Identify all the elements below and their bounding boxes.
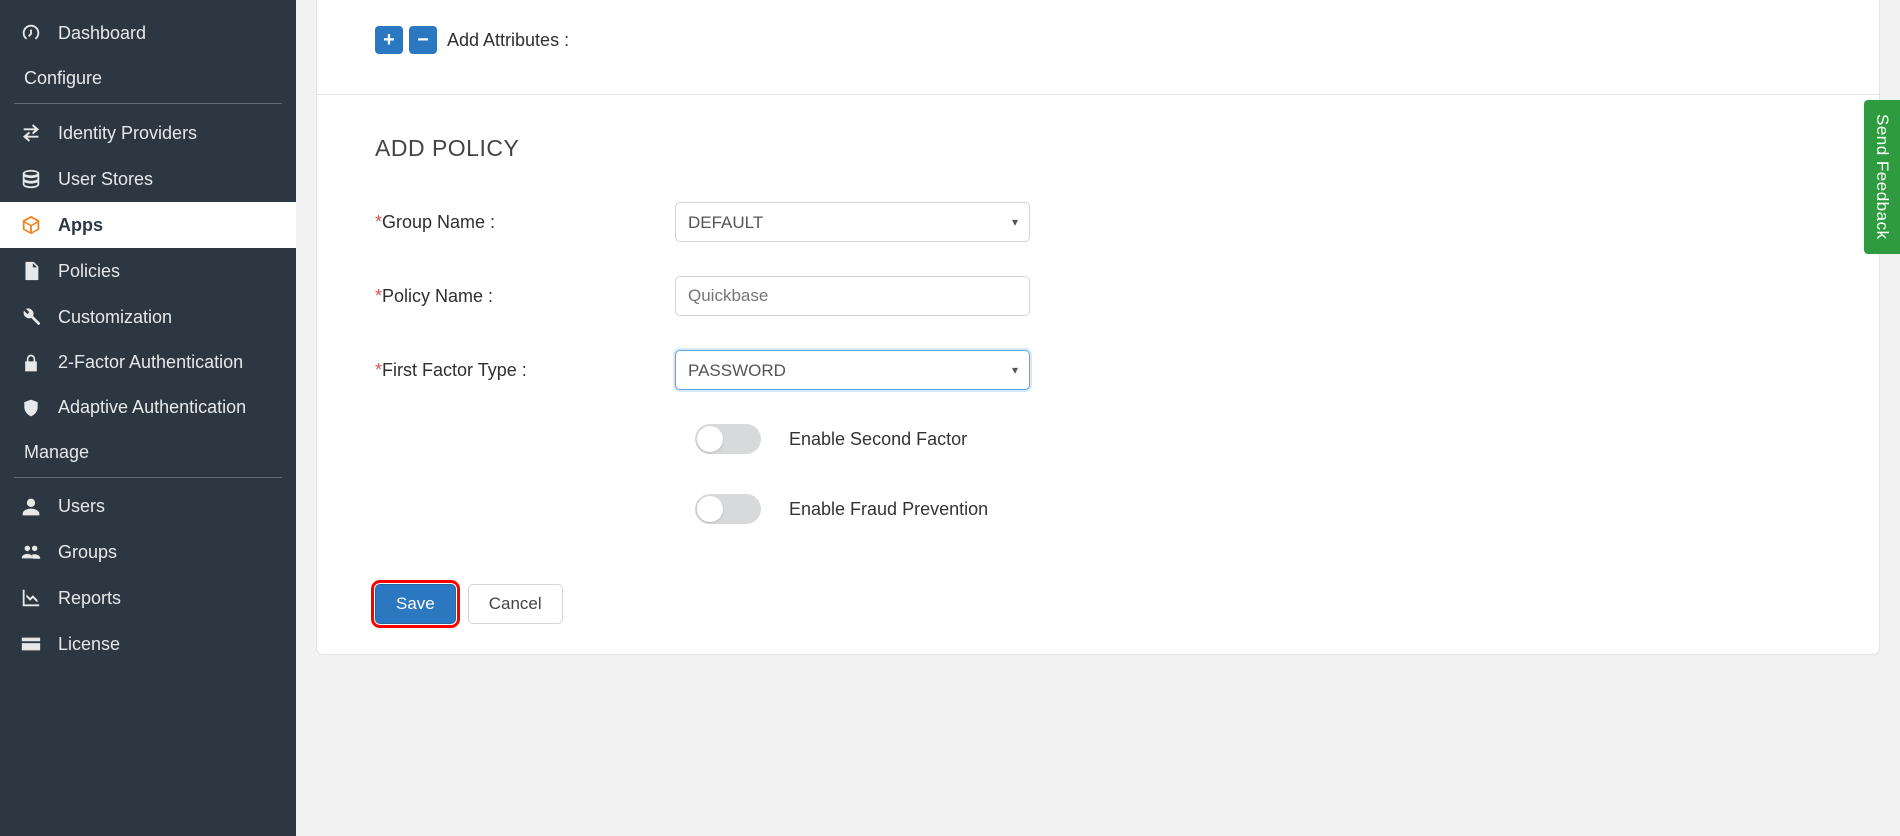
sidebar-item-adaptive-auth[interactable]: Adaptive Authentication (0, 385, 296, 430)
toggle-row-fraud-prevention: Enable Fraud Prevention (695, 494, 1821, 524)
sidebar-item-reports[interactable]: Reports (0, 575, 296, 621)
divider (14, 477, 282, 478)
first-factor-select[interactable]: PASSWORD (675, 350, 1030, 390)
enable-fraud-prevention-toggle[interactable] (695, 494, 761, 524)
users-icon (18, 541, 44, 563)
form-row-policy-name: *Policy Name : (375, 276, 1821, 316)
chart-icon (18, 587, 44, 609)
sidebar-item-apps[interactable]: Apps (0, 202, 296, 248)
sidebar-item-users[interactable]: Users (0, 484, 296, 529)
group-name-select[interactable]: DEFAULT (675, 202, 1030, 242)
policy-name-input[interactable] (675, 276, 1030, 316)
sidebar-item-label: Identity Providers (58, 123, 197, 144)
shield-icon (18, 398, 44, 418)
sidebar-item-label: 2-Factor Authentication (58, 352, 243, 373)
sidebar-section-configure: Configure (0, 56, 296, 99)
swap-icon (18, 122, 44, 144)
button-row: Save Cancel (317, 574, 1879, 624)
wrench-icon (18, 306, 44, 328)
sidebar-item-label: Customization (58, 307, 172, 328)
divider (14, 103, 282, 104)
dashboard-icon (18, 22, 44, 44)
sidebar-item-label: Dashboard (58, 23, 146, 44)
lock-icon (18, 353, 44, 373)
sidebar-item-label: License (58, 634, 120, 655)
attribute-controls: + − Add Attributes : (317, 0, 1879, 95)
main-content: + − Add Attributes : ADD POLICY *Group N… (296, 0, 1900, 836)
first-factor-label: *First Factor Type : (375, 360, 675, 381)
policy-name-label: *Policy Name : (375, 286, 675, 307)
user-icon (18, 497, 44, 517)
sidebar-item-identity-providers[interactable]: Identity Providers (0, 110, 296, 156)
sidebar-item-license[interactable]: License (0, 621, 296, 667)
database-icon (18, 168, 44, 190)
add-attribute-button[interactable]: + (375, 26, 403, 54)
sidebar-item-label: Users (58, 496, 105, 517)
sidebar-item-label: Policies (58, 261, 120, 282)
add-attributes-label: Add Attributes : (447, 30, 569, 51)
document-icon (18, 260, 44, 282)
form-row-first-factor: *First Factor Type : PASSWORD (375, 350, 1821, 390)
form-row-group-name: *Group Name : DEFAULT (375, 202, 1821, 242)
save-button[interactable]: Save (375, 584, 456, 624)
sidebar-item-user-stores[interactable]: User Stores (0, 156, 296, 202)
sidebar-item-label: User Stores (58, 169, 153, 190)
sidebar-section-manage: Manage (0, 430, 296, 473)
sidebar: Dashboard Configure Identity Providers U… (0, 0, 296, 836)
sidebar-item-groups[interactable]: Groups (0, 529, 296, 575)
toggle-row-second-factor: Enable Second Factor (695, 424, 1821, 454)
enable-fraud-prevention-label: Enable Fraud Prevention (789, 499, 988, 520)
panel: + − Add Attributes : ADD POLICY *Group N… (316, 0, 1880, 655)
cancel-button[interactable]: Cancel (468, 584, 563, 624)
sidebar-item-2fa[interactable]: 2-Factor Authentication (0, 340, 296, 385)
add-policy-section: ADD POLICY *Group Name : DEFAULT *Policy… (317, 95, 1879, 574)
box-icon (18, 214, 44, 236)
add-policy-title: ADD POLICY (375, 135, 1821, 162)
enable-second-factor-label: Enable Second Factor (789, 429, 967, 450)
sidebar-item-dashboard[interactable]: Dashboard (0, 10, 296, 56)
sidebar-item-label: Groups (58, 542, 117, 563)
card-icon (18, 633, 44, 655)
sidebar-item-label: Adaptive Authentication (58, 397, 246, 418)
group-name-label: *Group Name : (375, 212, 675, 233)
remove-attribute-button[interactable]: − (409, 26, 437, 54)
send-feedback-tab[interactable]: Send Feedback (1864, 100, 1900, 254)
sidebar-item-label: Reports (58, 588, 121, 609)
sidebar-item-label: Apps (58, 215, 103, 236)
sidebar-item-customization[interactable]: Customization (0, 294, 296, 340)
enable-second-factor-toggle[interactable] (695, 424, 761, 454)
sidebar-item-policies[interactable]: Policies (0, 248, 296, 294)
